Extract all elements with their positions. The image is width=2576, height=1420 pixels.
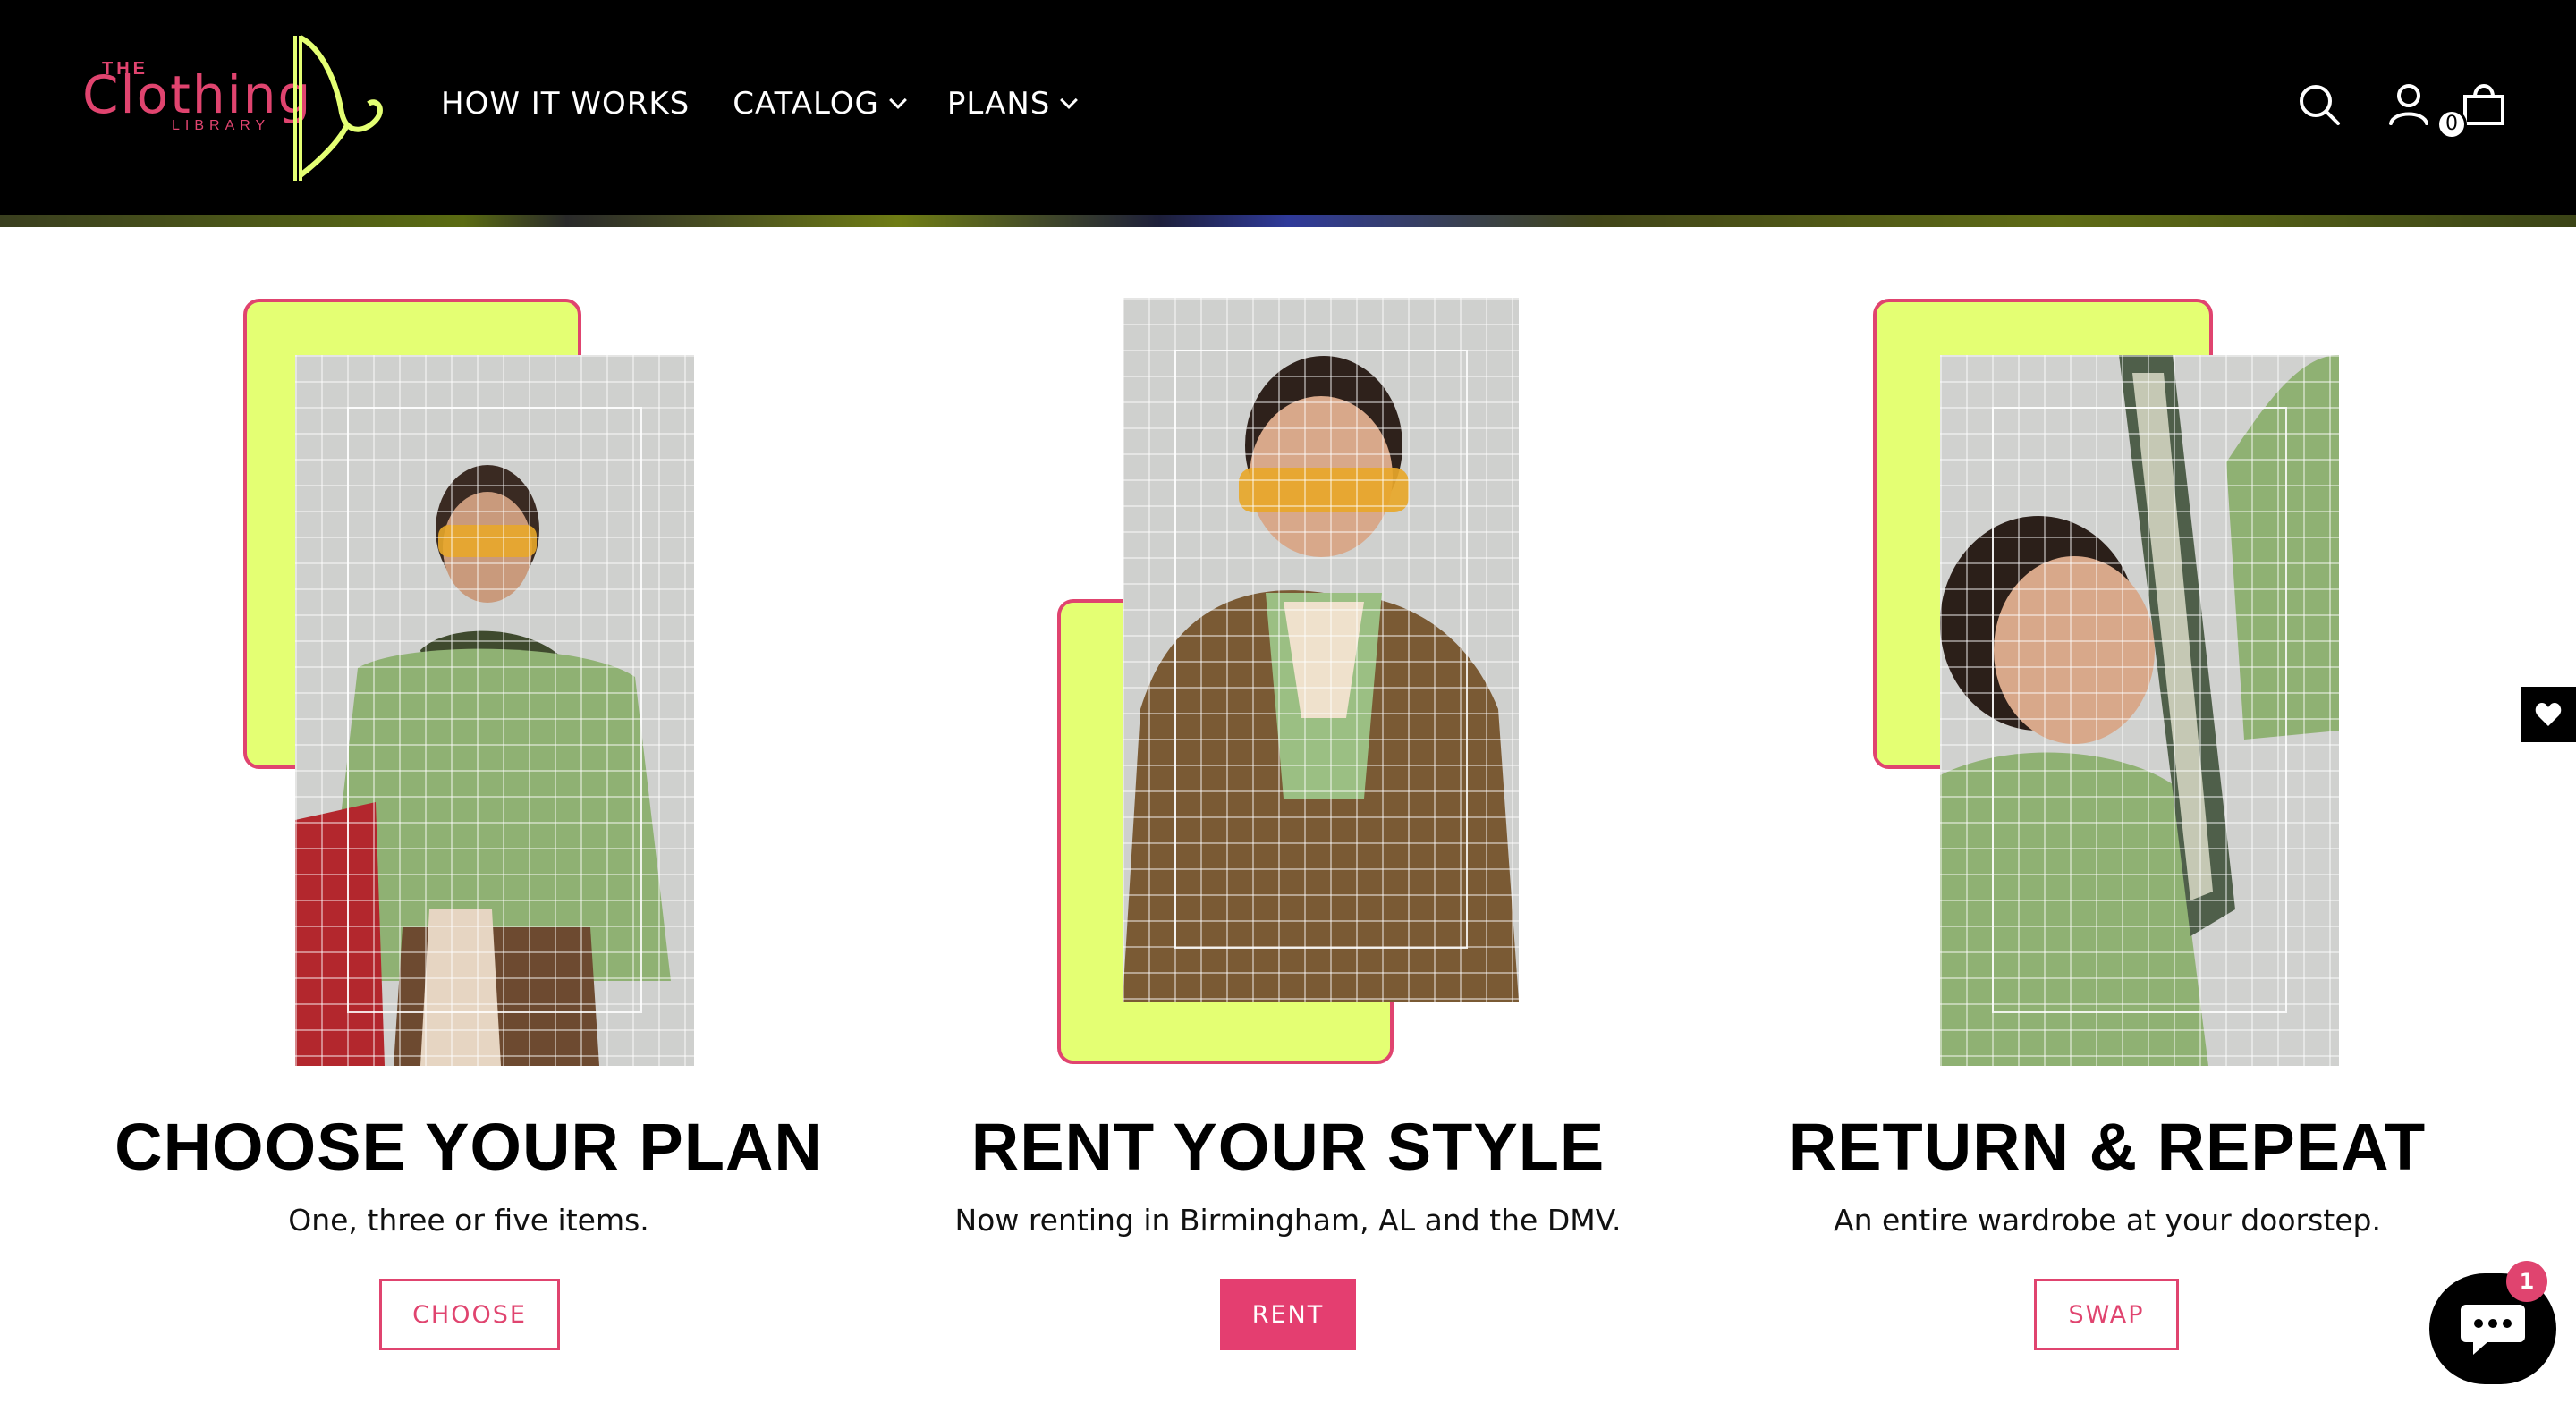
account-icon[interactable] (2386, 82, 2431, 131)
step-subtitle: Now renting in Birmingham, AL and the DM… (954, 1203, 1622, 1238)
nav-label: CATALOG (733, 86, 879, 122)
step-photo-return (1940, 355, 2339, 1066)
hero-image-edge (0, 215, 2576, 227)
cart-icon[interactable] (2462, 80, 2506, 131)
photo-frame (1992, 407, 2287, 1013)
nav-how-it-works[interactable]: HOW IT WORKS (441, 86, 690, 122)
wishlist-tab[interactable] (2521, 687, 2576, 742)
nav-catalog[interactable]: CATALOG (733, 86, 907, 122)
chevron-down-icon (1060, 91, 1079, 109)
choose-button[interactable]: CHOOSE (379, 1279, 560, 1350)
chat-badge: 1 (2506, 1261, 2547, 1302)
nav-plans[interactable]: PLANS (946, 86, 1079, 122)
step-title: RETURN & REPEAT (1788, 1110, 2427, 1184)
nav-label: HOW IT WORKS (441, 86, 691, 122)
heart-icon (2535, 703, 2562, 726)
chevron-down-icon (888, 91, 907, 109)
cart-count-badge: 0 (2436, 109, 2467, 139)
step-photo-choose (295, 355, 694, 1066)
logo-sub: LIBRARY (172, 118, 271, 133)
site-logo[interactable]: THE Clothing LIBRARY (82, 32, 391, 184)
photo-frame (1174, 350, 1468, 949)
photo-frame (347, 407, 642, 1013)
hanger-icon (293, 35, 383, 181)
chat-icon (2461, 1305, 2525, 1355)
rent-button[interactable]: RENT (1220, 1279, 1356, 1350)
nav-label: PLANS (946, 86, 1051, 122)
search-icon[interactable] (2297, 82, 2342, 131)
step-title: RENT YOUR STYLE (970, 1110, 1606, 1184)
step-title: CHOOSE YOUR PLAN (114, 1110, 823, 1184)
step-photo-rent (1123, 298, 1519, 1002)
logo-name: Clothing (82, 64, 313, 125)
step-subtitle: An entire wardrobe at your doorstep. (1834, 1203, 2381, 1238)
step-subtitle: One, three or five items. (288, 1203, 649, 1238)
main-nav: HOW IT WORKS CATALOG PLANS (441, 86, 1079, 122)
swap-button[interactable]: SWAP (2034, 1279, 2179, 1350)
